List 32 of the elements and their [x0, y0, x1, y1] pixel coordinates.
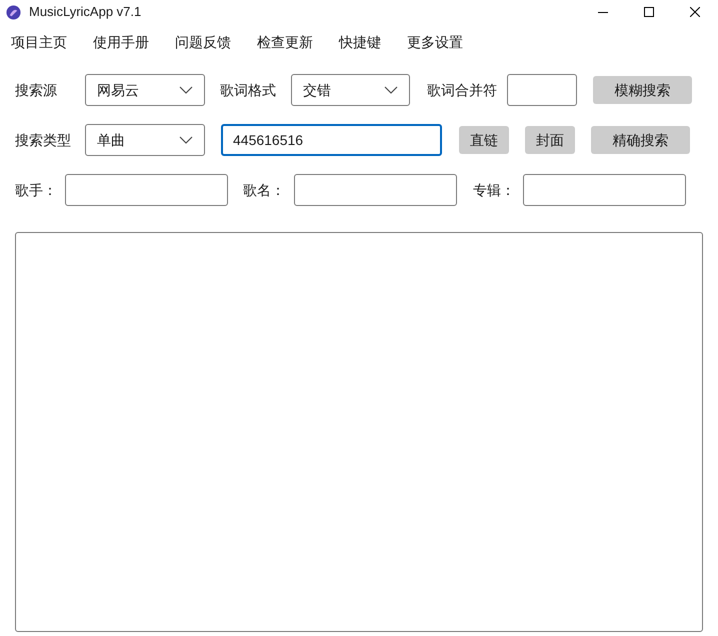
maximize-icon — [644, 7, 654, 17]
menu-item[interactable]: 检查更新 — [250, 29, 320, 55]
button[interactable]: 直链 — [459, 126, 509, 154]
field-label: 歌手： — [15, 180, 58, 200]
field-label: 搜索类型 — [15, 130, 72, 150]
menu-item[interactable]: 项目主页 — [4, 29, 74, 55]
menu-item[interactable]: 更多设置 — [400, 29, 470, 55]
chevron-down-icon — [179, 86, 193, 94]
field-label: 歌名： — [243, 180, 286, 200]
chevron-down-icon — [179, 136, 193, 144]
dropdown[interactable]: 单曲 — [85, 124, 205, 156]
menu-item[interactable]: 快捷键 — [332, 29, 388, 55]
field-label: 歌词合并符 — [427, 80, 498, 100]
field-label: 专辑： — [473, 180, 516, 200]
dropdown[interactable]: 网易云 — [85, 74, 205, 106]
menu-item[interactable]: 问题反馈 — [168, 29, 238, 55]
field-label: 搜索源 — [15, 80, 58, 100]
menu-item[interactable]: 使用手册 — [86, 29, 156, 55]
close-icon — [690, 7, 700, 17]
input-field[interactable] — [294, 174, 457, 206]
dropdown[interactable]: 交错 — [291, 74, 410, 106]
chevron-down-icon — [384, 86, 398, 94]
button[interactable]: 精确搜索 — [591, 126, 690, 154]
app-icon — [6, 5, 21, 20]
button[interactable]: 模糊搜索 — [593, 76, 692, 104]
window-title: MusicLyricApp v7.1 — [29, 3, 142, 22]
field-label: 歌词格式 — [220, 80, 277, 100]
button[interactable]: 封面 — [525, 126, 575, 154]
input-field[interactable] — [65, 174, 228, 206]
input-field[interactable]: 445616516 — [221, 124, 442, 156]
input-field[interactable] — [523, 174, 686, 206]
input-field[interactable] — [507, 74, 577, 106]
